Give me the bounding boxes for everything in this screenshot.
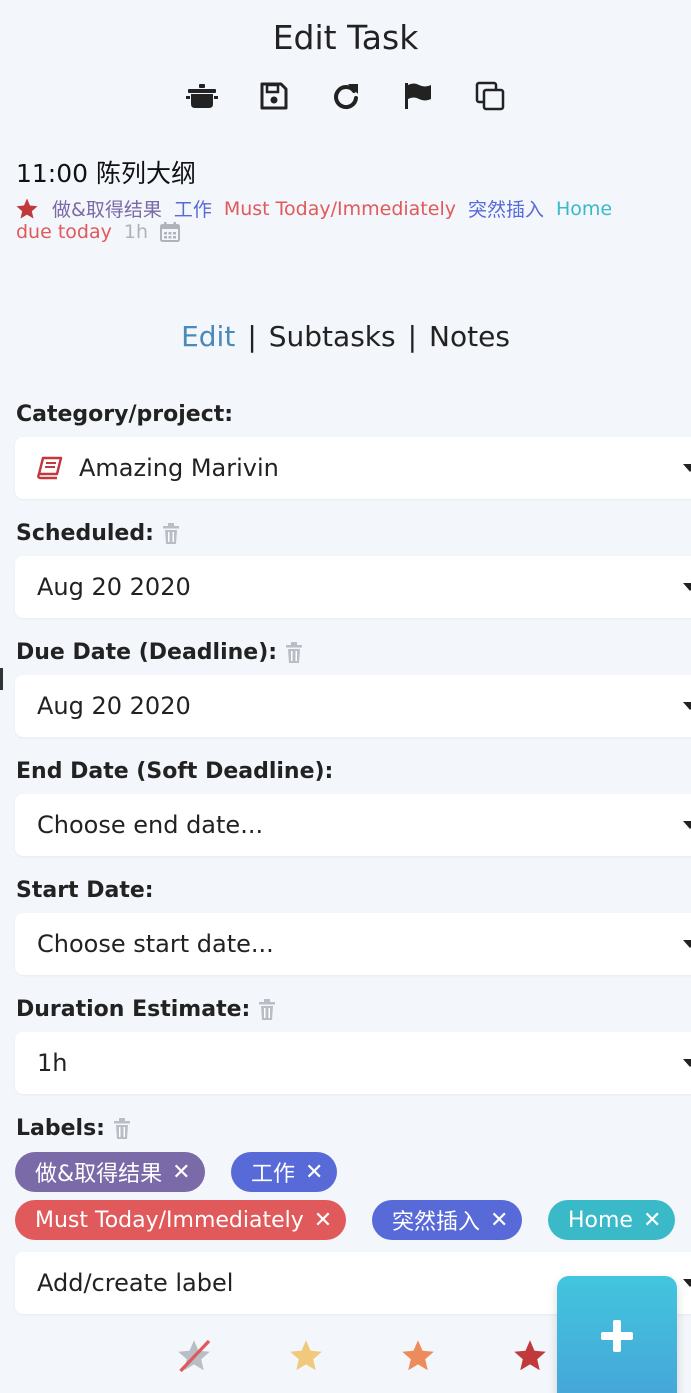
chevron-down-icon: [683, 821, 691, 829]
task-label-home: Home: [556, 197, 613, 220]
copy-button[interactable]: [472, 78, 508, 114]
duration-value: 1h: [37, 1049, 68, 1077]
end-date-label: End Date (Soft Deadline):: [16, 759, 333, 784]
label-chip: Home ✕: [548, 1200, 676, 1240]
start-date-label: Start Date:: [16, 878, 154, 903]
pot-button[interactable]: [184, 78, 220, 114]
tab-separator: |: [407, 320, 418, 353]
label-chip: 工作 ✕: [231, 1152, 338, 1192]
end-date-select[interactable]: Choose end date...: [15, 794, 691, 856]
duration-select[interactable]: 1h: [15, 1032, 691, 1094]
duration-text: 1h: [123, 221, 148, 243]
task-title: 11:00 陈列大纲: [16, 159, 196, 188]
plus-icon: [613, 1320, 621, 1352]
scheduled-label: Scheduled:: [16, 521, 180, 546]
task-meta-line-2: due today 1h: [16, 221, 180, 243]
tab-separator: |: [247, 320, 257, 353]
medium-priority-star-icon[interactable]: [400, 1338, 436, 1374]
close-icon[interactable]: ✕: [305, 1160, 323, 1185]
labels-label-text: Labels:: [16, 1116, 105, 1141]
task-meta-line: 做&取得结果 工作 Must Today/Immediately 突然插入 Ho…: [14, 195, 612, 222]
end-date-placeholder: Choose end date...: [37, 811, 264, 839]
save-icon: [260, 82, 287, 110]
due-date-label-text: Due Date (Deadline):: [16, 640, 278, 665]
trash-icon[interactable]: [285, 641, 303, 664]
add-label-placeholder: Add/create label: [37, 1269, 234, 1297]
low-priority-star-icon[interactable]: [288, 1338, 324, 1374]
duration-label-text: Duration Estimate:: [16, 997, 251, 1022]
label-chip: 突然插入 ✕: [372, 1200, 523, 1240]
close-icon[interactable]: ✕: [314, 1208, 332, 1233]
category-label-text: Category/project:: [16, 402, 234, 427]
close-icon[interactable]: ✕: [490, 1208, 508, 1233]
chevron-down-icon: [683, 583, 691, 591]
task-label-must: Must Today/Immediately: [223, 197, 456, 220]
close-icon[interactable]: ✕: [172, 1160, 190, 1185]
chevron-down-icon: [683, 1059, 691, 1067]
start-date-label-text: Start Date:: [16, 878, 154, 903]
calendar-icon: [160, 222, 180, 242]
label-chip: Must Today/Immediately ✕: [15, 1200, 347, 1240]
redo-button[interactable]: [328, 78, 364, 114]
category-value: Amazing Marivin: [79, 454, 279, 482]
trash-icon[interactable]: [162, 522, 180, 545]
high-priority-star-icon[interactable]: [512, 1338, 548, 1374]
label-chip-text: 突然插入: [392, 1210, 481, 1235]
save-button[interactable]: [256, 78, 292, 114]
task-category-label: 做&取得结果: [52, 199, 162, 221]
trash-icon[interactable]: [258, 998, 276, 1021]
start-date-placeholder: Choose start date...: [37, 930, 274, 958]
chevron-down-icon: [683, 1279, 691, 1287]
task-label-work: 工作: [173, 199, 212, 221]
chevron-down-icon: [683, 702, 691, 710]
copy-icon: [475, 81, 504, 111]
due-status: due today: [16, 221, 112, 243]
start-date-select[interactable]: Choose start date...: [15, 913, 691, 975]
end-date-label-text: End Date (Soft Deadline):: [16, 759, 334, 784]
labels-label: Labels:: [16, 1116, 131, 1141]
page-title: Edit Task: [272, 18, 419, 57]
tab-subtasks[interactable]: Subtasks: [269, 320, 396, 353]
chevron-down-icon: [683, 464, 691, 472]
label-chip-text: Home: [568, 1207, 633, 1233]
due-date-label: Due Date (Deadline):: [16, 640, 303, 665]
scheduled-label-text: Scheduled:: [16, 521, 154, 546]
trash-icon[interactable]: [113, 1117, 131, 1140]
label-chip-text: 工作: [251, 1162, 296, 1187]
pot-icon: [185, 84, 218, 108]
duration-label: Duration Estimate:: [16, 997, 276, 1022]
label-chip: 做&取得结果 ✕: [15, 1152, 205, 1192]
task-label-sudden: 突然插入: [467, 199, 544, 221]
task-tabs: Edit | Subtasks | Notes: [0, 320, 691, 353]
add-task-button[interactable]: [557, 1276, 677, 1393]
label-chip-text: 做&取得结果: [35, 1162, 163, 1187]
chevron-down-icon: [683, 940, 691, 948]
redo-icon: [333, 84, 358, 110]
close-icon[interactable]: ✕: [643, 1208, 661, 1233]
tab-notes[interactable]: Notes: [429, 320, 510, 353]
due-date-value: Aug 20 2020: [37, 692, 191, 720]
scheduled-value: Aug 20 2020: [37, 573, 191, 601]
book-icon: [37, 456, 63, 480]
flag-icon: [404, 83, 431, 109]
category-label: Category/project:: [16, 402, 233, 427]
no-priority-star-icon[interactable]: [176, 1338, 212, 1374]
category-select[interactable]: Amazing Marivin: [15, 437, 691, 499]
edge-marker: [0, 668, 3, 690]
scheduled-select[interactable]: Aug 20 2020: [15, 556, 691, 618]
tab-edit[interactable]: Edit: [181, 320, 235, 353]
task-toolbar: [0, 78, 691, 114]
due-date-select[interactable]: Aug 20 2020: [15, 675, 691, 737]
star-icon: [16, 198, 38, 218]
label-chip-text: Must Today/Immediately: [35, 1207, 304, 1233]
flag-button[interactable]: [400, 78, 436, 114]
